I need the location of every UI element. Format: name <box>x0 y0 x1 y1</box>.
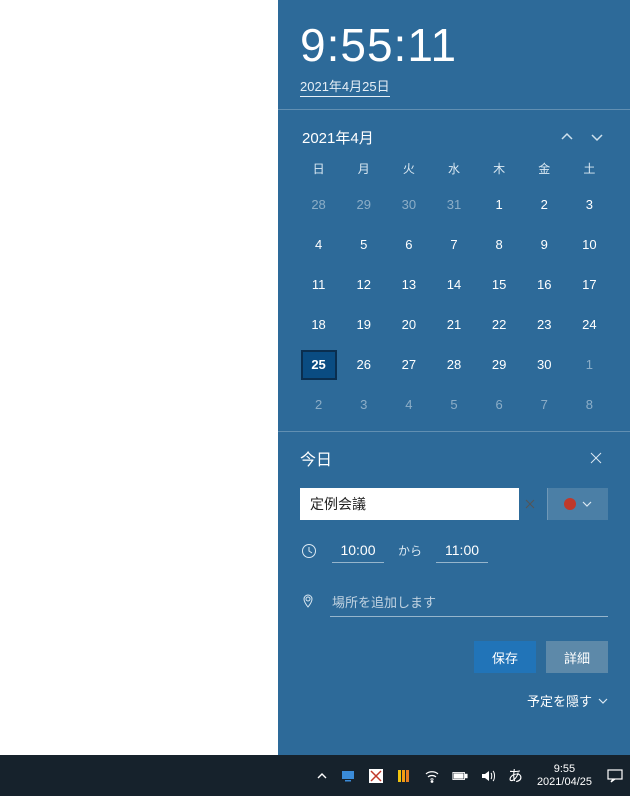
clock-time: 9:55:11 <box>300 18 608 72</box>
calendar-day[interactable]: 20 <box>386 305 431 345</box>
taskbar-clock[interactable]: 9:55 2021/04/25 <box>529 755 600 796</box>
tray-monitor-icon[interactable] <box>334 755 362 796</box>
location-icon <box>300 593 316 614</box>
calendar-month-label[interactable]: 2021年4月 <box>296 127 552 148</box>
end-time-input[interactable] <box>436 538 488 563</box>
calendar-day[interactable]: 29 <box>477 345 522 385</box>
tray-app-icon-2[interactable] <box>390 755 418 796</box>
date-link[interactable]: 2021年4月25日 <box>300 76 390 97</box>
dow-cell: 土 <box>567 154 612 185</box>
save-button[interactable]: 保存 <box>474 641 536 673</box>
calendar-day[interactable]: 28 <box>431 345 476 385</box>
calendar-day[interactable]: 30 <box>386 185 431 225</box>
calendar-day[interactable]: 23 <box>522 305 567 345</box>
calendar-day[interactable]: 10 <box>567 225 612 265</box>
dow-cell: 水 <box>431 154 476 185</box>
calendar-day[interactable]: 4 <box>296 225 341 265</box>
time-to-label: から <box>398 542 422 559</box>
event-close-button[interactable] <box>584 446 608 470</box>
calendar-day[interactable]: 12 <box>341 265 386 305</box>
hide-agenda-label: 予定を隠す <box>527 691 592 710</box>
calendar-day[interactable]: 26 <box>341 345 386 385</box>
taskbar: あ 9:55 2021/04/25 <box>0 755 630 796</box>
event-title-input[interactable] <box>300 488 519 520</box>
dow-cell: 火 <box>386 154 431 185</box>
calendar-day[interactable]: 16 <box>522 265 567 305</box>
calendar-day[interactable]: 1 <box>477 185 522 225</box>
tray-volume-icon[interactable] <box>474 755 502 796</box>
calendar-day[interactable]: 18 <box>296 305 341 345</box>
calendar-day[interactable]: 8 <box>567 385 612 425</box>
calendar-day[interactable]: 14 <box>431 265 476 305</box>
calendar-day[interactable]: 3 <box>567 185 612 225</box>
tray-overflow-button[interactable] <box>310 755 334 796</box>
clock-minutes: 55 <box>340 19 393 71</box>
calendar-day[interactable]: 17 <box>567 265 612 305</box>
tray-battery-icon[interactable] <box>446 755 474 796</box>
calendar-day[interactable]: 5 <box>431 385 476 425</box>
calendar-day[interactable]: 25 <box>296 345 341 385</box>
calendar-day[interactable]: 13 <box>386 265 431 305</box>
calendar-day[interactable]: 4 <box>386 385 431 425</box>
calendar-day[interactable]: 8 <box>477 225 522 265</box>
dow-cell: 木 <box>477 154 522 185</box>
calendar-prev-button[interactable] <box>552 122 582 152</box>
calendar-day[interactable]: 27 <box>386 345 431 385</box>
taskbar-date: 2021/04/25 <box>537 776 592 789</box>
calendar-day[interactable]: 28 <box>296 185 341 225</box>
action-center-button[interactable] <box>600 755 630 796</box>
dow-cell: 金 <box>522 154 567 185</box>
details-button[interactable]: 詳細 <box>546 641 608 673</box>
calendar-day[interactable]: 11 <box>296 265 341 305</box>
calendar-day[interactable]: 15 <box>477 265 522 305</box>
calendar-day[interactable]: 21 <box>431 305 476 345</box>
start-time-input[interactable] <box>332 538 384 563</box>
calendar-day[interactable]: 3 <box>341 385 386 425</box>
clear-title-button[interactable] <box>519 488 541 520</box>
dow-cell: 日 <box>296 154 341 185</box>
calendar-day[interactable]: 6 <box>477 385 522 425</box>
event-heading: 今日 <box>300 446 584 470</box>
location-input[interactable] <box>330 589 608 617</box>
calendar-day[interactable]: 22 <box>477 305 522 345</box>
calendar-day[interactable]: 5 <box>341 225 386 265</box>
calendar-day[interactable]: 6 <box>386 225 431 265</box>
calendar-day[interactable]: 7 <box>522 385 567 425</box>
taskbar-time: 9:55 <box>554 763 575 776</box>
clock-icon <box>300 543 318 559</box>
calendar-day[interactable]: 7 <box>431 225 476 265</box>
event-section: 今日 <box>278 432 630 720</box>
clock-calendar-flyout: 9:55:11 2021年4月25日 2021年4月 日月火水木金土 28293… <box>278 0 630 755</box>
calendar-section: 2021年4月 日月火水木金土 282930311234567891011121… <box>278 110 630 432</box>
calendar-day[interactable]: 24 <box>567 305 612 345</box>
calendar-picker-button[interactable] <box>547 488 608 520</box>
ime-indicator[interactable]: あ <box>502 755 529 796</box>
clock-seconds: 11 <box>407 19 457 71</box>
calendar-day[interactable]: 29 <box>341 185 386 225</box>
calendar-day[interactable]: 19 <box>341 305 386 345</box>
clock-section: 9:55:11 2021年4月25日 <box>278 0 630 110</box>
calendar-color-dot <box>564 498 576 510</box>
calendar-next-button[interactable] <box>582 122 612 152</box>
calendar-day[interactable]: 9 <box>522 225 567 265</box>
hide-agenda-button[interactable]: 予定を隠す <box>300 691 608 710</box>
tray-app-icon-1[interactable] <box>362 755 390 796</box>
calendar-day[interactable]: 2 <box>296 385 341 425</box>
calendar-day[interactable]: 31 <box>431 185 476 225</box>
clock-hours: 9 <box>300 19 327 71</box>
calendar-day[interactable]: 2 <box>522 185 567 225</box>
calendar-day[interactable]: 30 <box>522 345 567 385</box>
dow-cell: 月 <box>341 154 386 185</box>
tray-wifi-icon[interactable] <box>418 755 446 796</box>
calendar-day[interactable]: 1 <box>567 345 612 385</box>
